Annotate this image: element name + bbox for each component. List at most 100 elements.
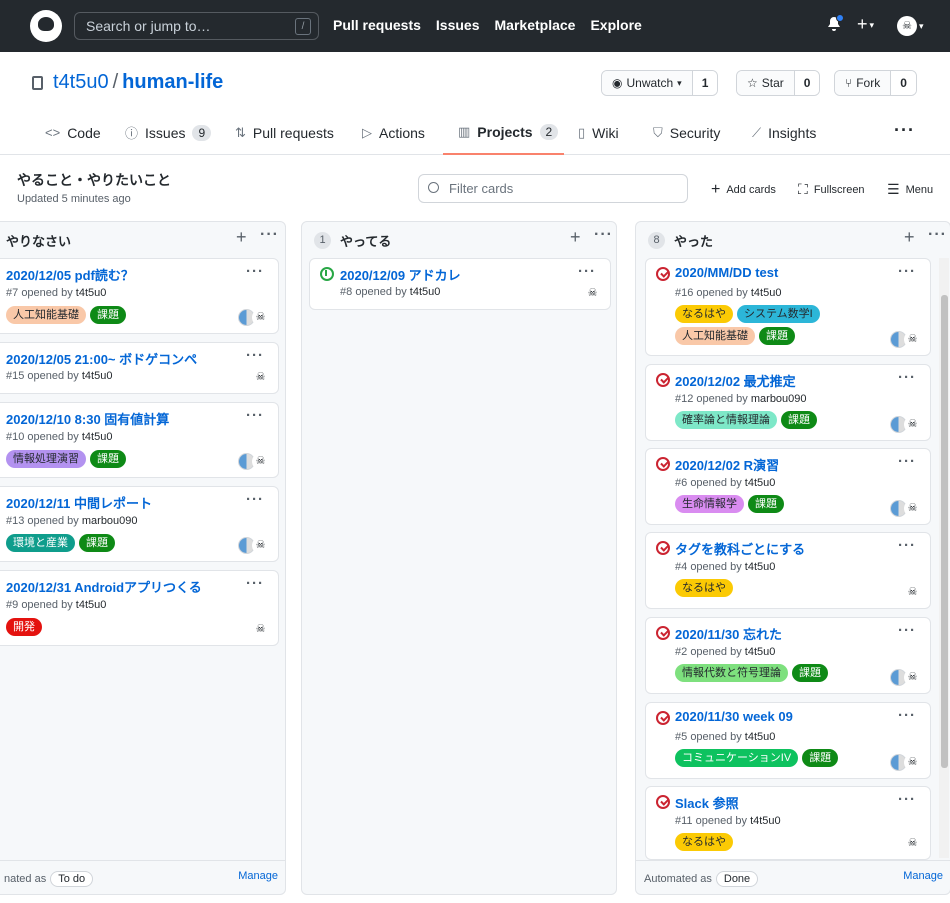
card-menu-icon[interactable]: ···	[246, 491, 264, 508]
issue-card[interactable]: 2020/MM/DD test ··· #16 opened by t4t5u0…	[645, 258, 931, 356]
fork-count[interactable]: 0	[891, 71, 916, 95]
watch-count[interactable]: 1	[692, 71, 718, 95]
label-badge[interactable]: なるはや	[675, 305, 733, 323]
issue-card[interactable]: 2020/12/11 中間レポート ··· #13 opened by marb…	[0, 486, 279, 562]
label-badge[interactable]: 人工知能基礎	[6, 306, 86, 324]
author-link[interactable]: t4t5u0	[410, 286, 441, 298]
card-menu-icon[interactable]: ···	[578, 263, 596, 280]
avatar[interactable]: ☠	[584, 285, 601, 302]
nav-issues[interactable]: Issues	[436, 17, 480, 33]
tab-projects[interactable]: ▥ Projects 2	[443, 110, 564, 155]
author-link[interactable]: t4t5u0	[82, 431, 113, 443]
issue-card[interactable]: タグを教科ごとにする ··· #4 opened by t4t5u0 なるはや …	[645, 532, 931, 609]
nav-pull-requests[interactable]: Pull requests	[333, 17, 421, 33]
column-menu-icon[interactable]: ···	[594, 226, 613, 244]
label-badge[interactable]: 課題	[748, 495, 784, 513]
card-menu-icon[interactable]: ···	[246, 347, 264, 364]
card-menu-icon[interactable]: ···	[246, 407, 264, 424]
issue-card[interactable]: 2020/11/30 week 09 ··· #5 opened by t4t5…	[645, 702, 931, 779]
label-badge[interactable]: 課題	[79, 534, 115, 552]
card-menu-icon[interactable]: ···	[898, 791, 916, 808]
more-options-icon[interactable]: ···	[894, 120, 915, 141]
star-count[interactable]: 0	[794, 71, 820, 95]
card-menu-icon[interactable]: ···	[898, 453, 916, 470]
create-new-menu[interactable]: + ▾	[857, 14, 874, 35]
issue-card[interactable]: 2020/12/02 最尤推定 ··· #12 opened by marbou…	[645, 364, 931, 441]
issue-card[interactable]: 2020/12/05 21:00~ ボドゲコンペ ··· #15 opened …	[0, 342, 279, 394]
label-badge[interactable]: 課題	[781, 411, 817, 429]
card-title[interactable]: 2020/12/02 最尤推定	[675, 371, 796, 390]
label-badge[interactable]: 課題	[90, 450, 126, 468]
author-link[interactable]: t4t5u0	[745, 646, 776, 658]
tab-insights[interactable]: ⟋ Insights	[752, 110, 816, 155]
search-input[interactable]: Search or jump to… /	[74, 12, 319, 40]
label-badge[interactable]: 課題	[792, 664, 828, 682]
author-link[interactable]: t4t5u0	[76, 287, 107, 299]
avatar[interactable]: ☠	[904, 669, 921, 686]
card-menu-icon[interactable]: ···	[898, 369, 916, 386]
repo-name-link[interactable]: human-life	[122, 71, 223, 94]
add-card-icon[interactable]: +	[236, 227, 247, 248]
author-link[interactable]: t4t5u0	[750, 815, 781, 827]
label-badge[interactable]: 開発	[6, 618, 42, 636]
author-link[interactable]: t4t5u0	[745, 731, 776, 743]
card-title[interactable]: 2020/12/09 アドカレ	[340, 265, 461, 284]
avatar[interactable]: ☠	[904, 331, 921, 348]
issue-card[interactable]: 2020/12/09 アドカレ ··· #8 opened by t4t5u0 …	[309, 258, 611, 310]
label-badge[interactable]: 環境と産業	[6, 534, 75, 552]
label-badge[interactable]: 課題	[90, 306, 126, 324]
nav-explore[interactable]: Explore	[590, 17, 641, 33]
label-badge[interactable]: 生命情報学	[675, 495, 744, 513]
avatar[interactable]: ☠	[904, 584, 921, 601]
tab-wiki[interactable]: ▯ Wiki	[578, 110, 619, 155]
card-title[interactable]: タグを教科ごとにする	[675, 539, 805, 558]
issue-card[interactable]: 2020/12/10 8:30 固有値計算 ··· #10 opened by …	[0, 402, 279, 478]
manage-link[interactable]: Manage	[238, 870, 278, 882]
issue-card[interactable]: Slack 参照 ··· #11 opened by t4t5u0 なるはや ☠	[645, 786, 931, 860]
tab-issues[interactable]: ⓘ Issues 9	[125, 110, 212, 155]
avatar[interactable]: ☠	[904, 754, 921, 771]
issue-card[interactable]: 2020/12/05 pdf読む？ ··· #7 opened by t4t5u…	[0, 258, 279, 334]
label-badge[interactable]: 課題	[759, 327, 795, 345]
card-title[interactable]: 2020/MM/DD test	[675, 265, 778, 280]
card-menu-icon[interactable]: ···	[898, 707, 916, 724]
star-button[interactable]: ☆ Star	[737, 71, 795, 95]
avatar[interactable]: ☠	[252, 453, 269, 470]
author-link[interactable]: t4t5u0	[745, 561, 776, 573]
issue-card[interactable]: 2020/12/31 Androidアプリつくる ··· #9 opened b…	[0, 570, 279, 646]
add-card-icon[interactable]: +	[904, 227, 915, 248]
manage-link[interactable]: Manage	[903, 870, 943, 882]
avatar[interactable]: ☠	[252, 621, 269, 638]
column-menu-icon[interactable]: ···	[928, 226, 947, 244]
card-title[interactable]: 2020/12/05 21:00~ ボドゲコンペ	[6, 349, 197, 368]
card-menu-icon[interactable]: ···	[898, 622, 916, 639]
label-badge[interactable]: なるはや	[675, 579, 733, 597]
github-logo-icon[interactable]	[30, 10, 62, 42]
fullscreen-button[interactable]: ⛶ Fullscreen	[798, 181, 865, 198]
tab-pull-requests[interactable]: ⇅ Pull requests	[235, 110, 334, 155]
card-title[interactable]: 2020/12/31 Androidアプリつくる	[6, 577, 202, 596]
avatar[interactable]: ☠	[904, 835, 921, 852]
card-menu-icon[interactable]: ···	[246, 263, 264, 280]
issue-card[interactable]: 2020/12/02 R演習 ··· #6 opened by t4t5u0 生…	[645, 448, 931, 525]
avatar[interactable]: ☠	[252, 537, 269, 554]
avatar[interactable]: ☠	[904, 416, 921, 433]
author-link[interactable]: t4t5u0	[76, 599, 107, 611]
column-menu-icon[interactable]: ···	[260, 226, 279, 244]
user-menu[interactable]: ☠ ▾	[897, 16, 924, 36]
card-title[interactable]: 2020/12/10 8:30 固有値計算	[6, 409, 169, 428]
label-badge[interactable]: システム数学I	[737, 305, 820, 323]
card-title[interactable]: 2020/12/02 R演習	[675, 455, 779, 474]
label-badge[interactable]: 課題	[802, 749, 839, 767]
card-title[interactable]: 2020/11/30 week 09	[675, 709, 793, 724]
label-badge[interactable]: 情報代数と符号理論	[675, 664, 788, 682]
card-title[interactable]: Slack 参照	[675, 793, 739, 812]
tab-security[interactable]: ⛉ Security	[653, 110, 720, 155]
author-link[interactable]: marbou090	[82, 515, 138, 527]
author-link[interactable]: t4t5u0	[745, 477, 776, 489]
label-badge[interactable]: なるはや	[675, 833, 733, 851]
label-badge[interactable]: コミュニケーションIV	[675, 749, 799, 767]
author-link[interactable]: t4t5u0	[751, 287, 782, 299]
label-badge[interactable]: 人工知能基礎	[675, 327, 755, 345]
card-menu-icon[interactable]: ···	[898, 537, 916, 554]
